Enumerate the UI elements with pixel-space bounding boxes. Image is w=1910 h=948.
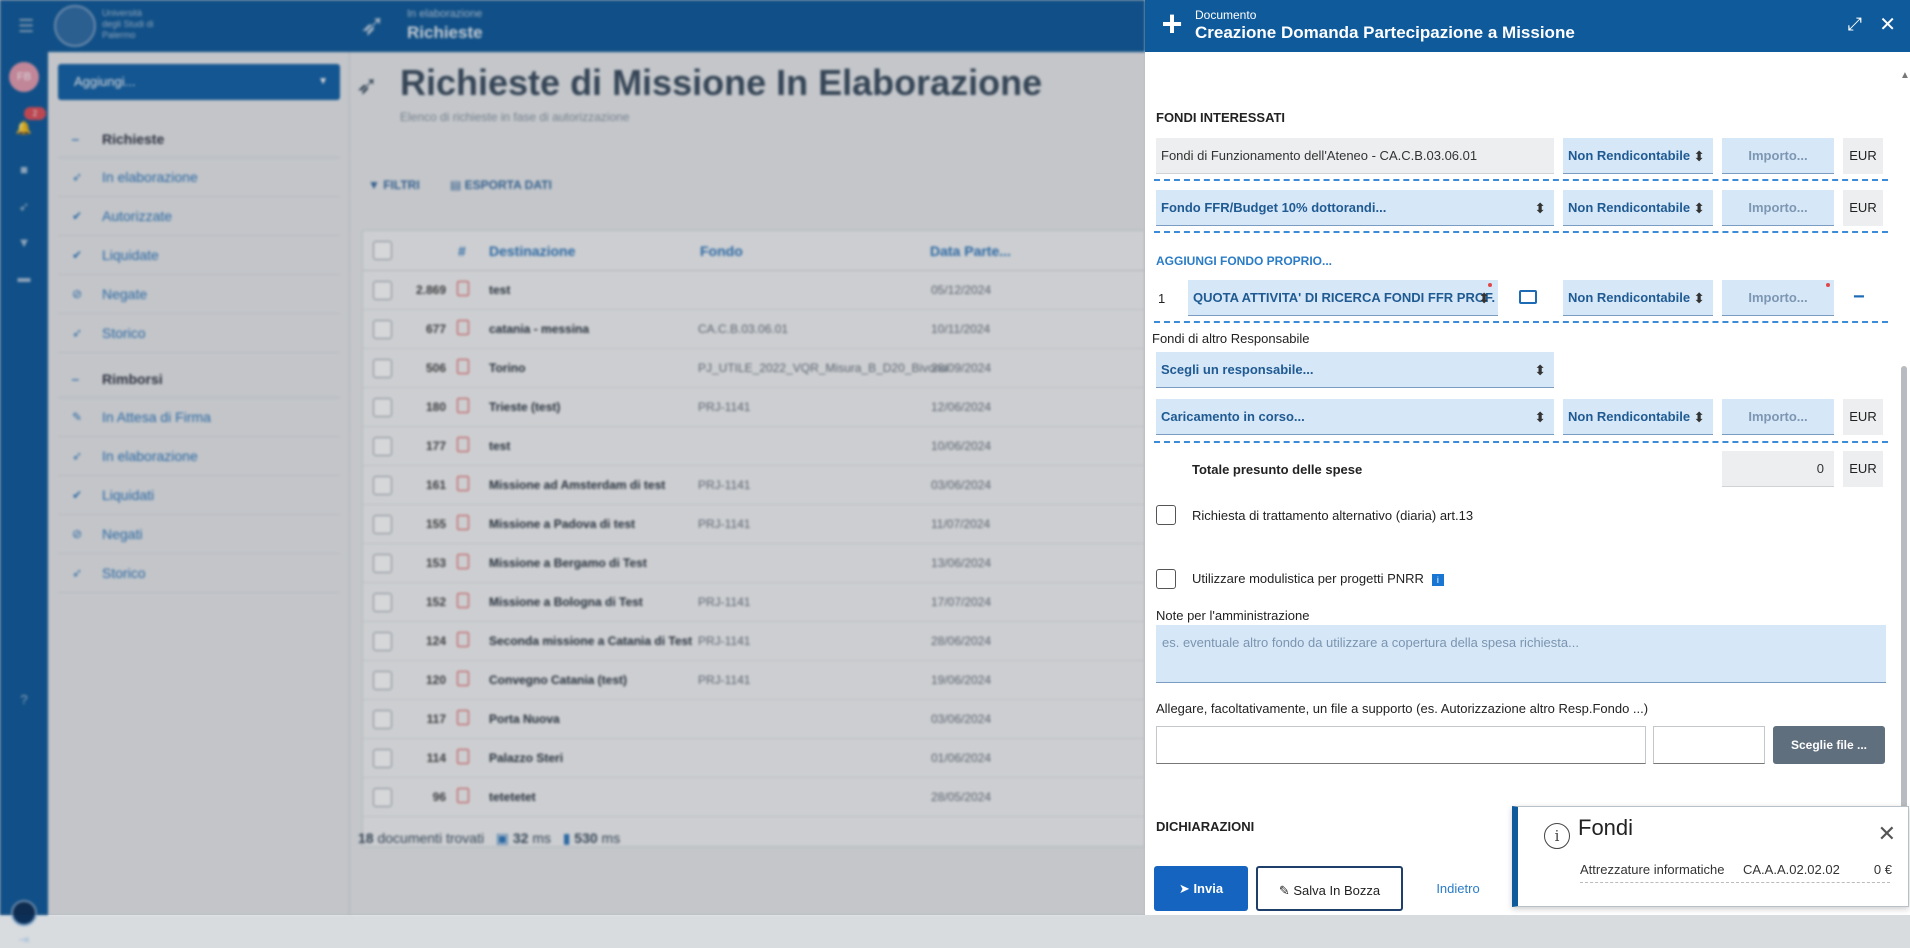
- updown-icon: ⬍: [1534, 409, 1546, 425]
- pencil-icon: ✎: [1278, 883, 1294, 898]
- modal-overlay[interactable]: [0, 0, 1145, 915]
- own-fund-type-select[interactable]: Non Rendicontabile ⬍: [1563, 280, 1713, 316]
- divider: [1154, 179, 1888, 181]
- required-marker: [1826, 283, 1830, 287]
- back-button[interactable]: Indietro: [1418, 866, 1498, 911]
- panel-doc-label: Documento: [1195, 8, 1257, 22]
- funds-toast: i Fondi ✕ Attrezzature informatiche CA.A…: [1512, 806, 1909, 907]
- file-size-input: [1653, 726, 1765, 764]
- notes-label: Note per l'amministrazione: [1156, 608, 1310, 623]
- panel-scrollbar[interactable]: ▲: [1900, 60, 1910, 915]
- responsible-select[interactable]: Scegli un responsabile... ⬍: [1156, 352, 1554, 388]
- updown-icon: ⬍: [1534, 362, 1546, 378]
- own-fund-index: 1: [1158, 291, 1166, 306]
- own-fund-select[interactable]: QUOTA ATTIVITA' DI RICERCA FONDI FFR PRO…: [1188, 280, 1498, 316]
- fund3-type-select[interactable]: Non Rendicontabile ⬍: [1563, 399, 1713, 435]
- close-icon[interactable]: ✕: [1878, 821, 1896, 847]
- attach-label: Allegare, facoltativamente, un file a su…: [1156, 701, 1649, 716]
- logout-icon[interactable]: ⇥: [14, 932, 34, 948]
- fund2-amount[interactable]: Importo...: [1722, 190, 1834, 226]
- fund2-currency: EUR: [1843, 190, 1883, 226]
- toast-title: Fondi: [1578, 815, 1634, 840]
- total-value: 0: [1722, 451, 1834, 487]
- toast-value: 0 €: [1873, 862, 1892, 877]
- section-funds-title: FONDI INTERESSATI: [1156, 110, 1286, 125]
- divider: [1154, 441, 1888, 443]
- toast-code: CA.A.A.02.02.02: [1743, 862, 1840, 877]
- updown-icon: ⬍: [1693, 290, 1705, 306]
- add-own-fund-link[interactable]: AGGIUNGI FONDO PROPRIO...: [1156, 254, 1332, 268]
- other-resp-label: Fondi di altro Responsabile: [1152, 331, 1310, 346]
- updown-icon: ⬍: [1693, 200, 1705, 216]
- divider: [1154, 321, 1888, 323]
- info-icon: i: [1544, 823, 1570, 849]
- fund2-type-select[interactable]: Non Rendicontabile ⬍: [1563, 190, 1713, 226]
- updown-icon: ⬍: [1693, 409, 1705, 425]
- diaria-checkbox[interactable]: [1156, 505, 1176, 525]
- remove-fund-button[interactable]: −: [1853, 286, 1865, 309]
- fund1-amount[interactable]: Importo...: [1722, 138, 1834, 174]
- own-fund-amount[interactable]: Importo...: [1722, 280, 1834, 316]
- save-draft-button[interactable]: ✎ Salva In Bozza: [1256, 866, 1403, 911]
- total-currency: EUR: [1843, 451, 1883, 487]
- send-button[interactable]: ➤ Invia: [1154, 866, 1248, 911]
- info-icon: i: [1431, 573, 1444, 586]
- close-icon[interactable]: ✕: [1879, 12, 1896, 37]
- diaria-label: Richiesta di trattamento alternativo (di…: [1192, 508, 1474, 523]
- money-icon[interactable]: [1519, 290, 1537, 304]
- fund3-currency: EUR: [1843, 399, 1883, 435]
- send-icon: ➤: [1178, 881, 1194, 896]
- fund3-select[interactable]: Caricamento in corso... ⬍: [1156, 399, 1554, 435]
- divider: [1154, 231, 1888, 233]
- panel-title: Creazione Domanda Partecipazione a Missi…: [1195, 23, 1575, 42]
- updown-icon: ⬍: [1534, 200, 1546, 216]
- scroll-up-icon: ▲: [1900, 70, 1910, 81]
- fund1-type-select[interactable]: Non Rendicontabile ⬍: [1563, 138, 1713, 174]
- updown-icon: ⬍: [1693, 148, 1705, 164]
- pnrr-checkbox[interactable]: [1156, 569, 1176, 589]
- notes-textarea[interactable]: es. eventuale altro fondo da utilizzare …: [1156, 625, 1886, 683]
- declarations-title: DICHIARAZIONI: [1156, 819, 1255, 834]
- toast-item: Attrezzature informatiche: [1580, 862, 1725, 877]
- fund2-select[interactable]: Fondo FFR/Budget 10% dottorandi... ⬍: [1156, 190, 1554, 226]
- choose-file-button[interactable]: Sceglie file ...: [1773, 726, 1885, 764]
- plus-icon: +: [1161, 3, 1183, 44]
- fund3-amount[interactable]: Importo...: [1722, 399, 1834, 435]
- fund1-currency: EUR: [1843, 138, 1883, 174]
- fund1-name: Fondi di Funzionamento dell'Ateneo - CA.…: [1156, 138, 1554, 174]
- required-marker: [1488, 283, 1492, 287]
- file-name-input[interactable]: [1156, 726, 1646, 764]
- panel-header: + Documento Creazione Domanda Partecipaz…: [1145, 0, 1910, 52]
- total-label: Totale presunto delle spese: [1192, 462, 1363, 477]
- pnrr-label: Utilizzare modulistica per progetti PNRR…: [1192, 571, 1444, 586]
- expand-icon[interactable]: ⤢: [1848, 14, 1862, 35]
